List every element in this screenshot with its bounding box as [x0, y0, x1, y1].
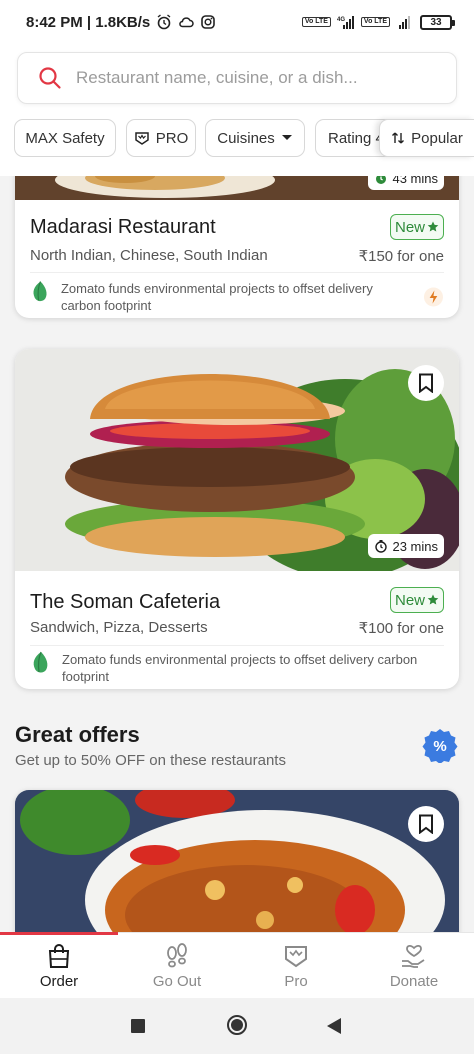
discount-badge-symbol: % [433, 738, 446, 755]
restaurant-price: ₹150 for one [358, 248, 444, 265]
delivery-time-badge: 43 mins [368, 176, 444, 190]
star-icon [427, 221, 439, 232]
restaurant-cuisines: North Indian, Chinese, South Indian [30, 247, 268, 264]
filter-label: Rating 4 [328, 129, 384, 147]
eco-note: Zomato funds environmental projects to o… [30, 651, 444, 685]
instagram-icon [201, 15, 216, 29]
back-button[interactable] [326, 1017, 342, 1035]
nav-label: Order [39, 973, 79, 990]
restaurant-image [15, 790, 459, 932]
nav-label: Donate [389, 973, 439, 990]
restaurant-card[interactable]: 23 mins The Soman Cafeteria New Sandwich… [15, 349, 459, 689]
leaf-icon [33, 281, 47, 302]
recents-button[interactable] [130, 1018, 146, 1034]
new-badge: New [390, 214, 444, 240]
bookmark-icon [419, 814, 433, 834]
restaurant-cuisines: Sandwich, Pizza, Desserts [30, 619, 208, 636]
star-icon [427, 594, 439, 605]
filter-cuisines[interactable]: Cuisines [205, 119, 305, 157]
nav-label: Pro [284, 973, 308, 990]
svg-text:4G: 4G [337, 17, 345, 23]
search-input[interactable]: Restaurant name, cuisine, or a dish... [76, 68, 358, 88]
restaurant-price: ₹100 for one [358, 620, 444, 637]
nav-pro[interactable]: Pro [237, 933, 355, 999]
pro-crown-icon [134, 132, 149, 145]
donate-hand-heart-icon [402, 944, 425, 968]
battery-level: 33 [430, 16, 442, 28]
filter-pro[interactable]: PRO [126, 119, 196, 157]
delivery-time: 23 mins [392, 538, 438, 554]
filter-chips: MAX Safety PRO Cuisines Rating 4 Popular [14, 119, 474, 159]
filter-label: Popular [411, 129, 463, 147]
cloud-icon [179, 17, 194, 28]
section-title: Great offers [15, 722, 140, 747]
eco-text: Zomato funds environmental projects to o… [60, 281, 373, 313]
volte-badge-1: Vo LTE [301, 17, 331, 27]
signal-icon-1: 4G [337, 16, 354, 29]
home-button[interactable] [226, 1014, 248, 1036]
filter-label: PRO [155, 129, 189, 147]
stopwatch-icon [376, 176, 387, 184]
filter-max-safety[interactable]: MAX Safety [14, 119, 116, 157]
restaurant-card[interactable]: 43 mins Madarasi Restaurant New North In… [15, 176, 459, 318]
eco-text: Zomato funds environmental projects to o… [62, 652, 418, 684]
divider [30, 645, 444, 646]
search-icon [39, 67, 61, 89]
nav-go-out[interactable]: Go Out [118, 933, 236, 999]
bottom-nav: Order Go Out Pro Donate [0, 932, 474, 998]
new-badge-label: New [394, 591, 425, 609]
leaf-icon [33, 651, 48, 673]
system-nav-bar [0, 998, 474, 1054]
shopping-bag-icon [48, 944, 70, 968]
volte-badge-2: Vo LTE [360, 17, 390, 27]
nav-donate[interactable]: Donate [355, 933, 473, 999]
filter-popular[interactable]: Popular [379, 119, 474, 157]
discount-badge-icon: % [422, 729, 458, 763]
search-bar[interactable]: Restaurant name, cuisine, or a dish... [17, 52, 457, 104]
battery-icon: 33 [420, 14, 455, 30]
sort-icon [392, 132, 405, 144]
alarm-icon [157, 14, 171, 30]
delivery-time: 43 mins [392, 176, 438, 186]
filter-label: Cuisines [217, 129, 275, 147]
restaurant-name: The Soman Cafeteria [30, 591, 221, 613]
status-bar: 8:42 PM | 1.8KB/s Vo LTE 4G Vo LTE 33 [0, 0, 474, 44]
new-badge: New [390, 587, 444, 613]
divider [30, 272, 444, 273]
filter-label: MAX Safety [25, 129, 105, 147]
stopwatch-icon [375, 540, 388, 553]
bolt-icon [424, 287, 444, 307]
caret-down-icon [281, 135, 292, 140]
delivery-time-badge: 23 mins [368, 534, 444, 558]
bookmark-button[interactable] [408, 365, 444, 401]
header: Restaurant name, cuisine, or a dish... M… [0, 44, 474, 176]
eco-note: Zomato funds environmental projects to o… [30, 280, 444, 314]
bookmark-icon [419, 373, 433, 393]
nav-label: Go Out [152, 973, 202, 990]
restaurant-card[interactable] [15, 790, 459, 932]
new-badge-label: New [394, 218, 425, 236]
restaurant-name: Madarasi Restaurant [30, 216, 216, 238]
restaurant-feed: 43 mins Madarasi Restaurant New North In… [0, 176, 474, 932]
status-time: 8:42 PM | 1.8KB/s [26, 13, 151, 31]
bookmark-button[interactable] [408, 806, 444, 842]
nav-order[interactable]: Order [0, 933, 118, 999]
signal-icon-2 [399, 16, 410, 29]
footprints-icon [167, 943, 187, 968]
section-subtitle: Get up to 50% OFF on these restaurants [15, 752, 286, 769]
pro-crown-icon [285, 946, 307, 968]
